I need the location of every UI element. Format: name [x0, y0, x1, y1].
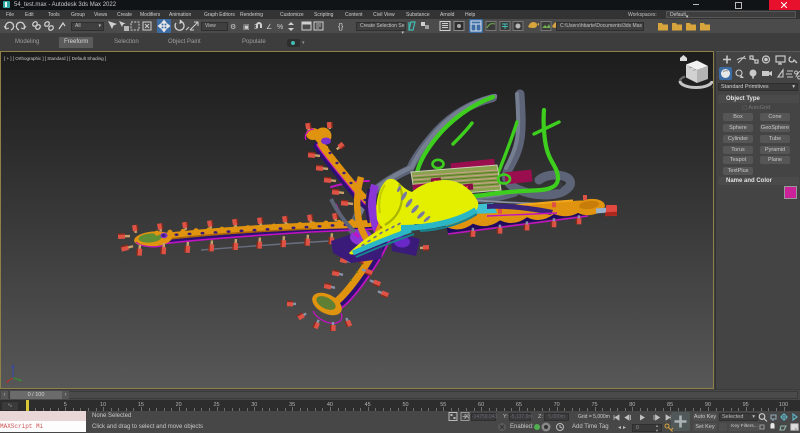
svg-text:{}: {} [338, 22, 344, 31]
svg-text:⚙: ⚙ [230, 23, 236, 31]
svg-text:∠: ∠ [266, 23, 272, 31]
svg-text:%: % [277, 24, 283, 31]
svg-text:▣: ▣ [243, 24, 250, 31]
